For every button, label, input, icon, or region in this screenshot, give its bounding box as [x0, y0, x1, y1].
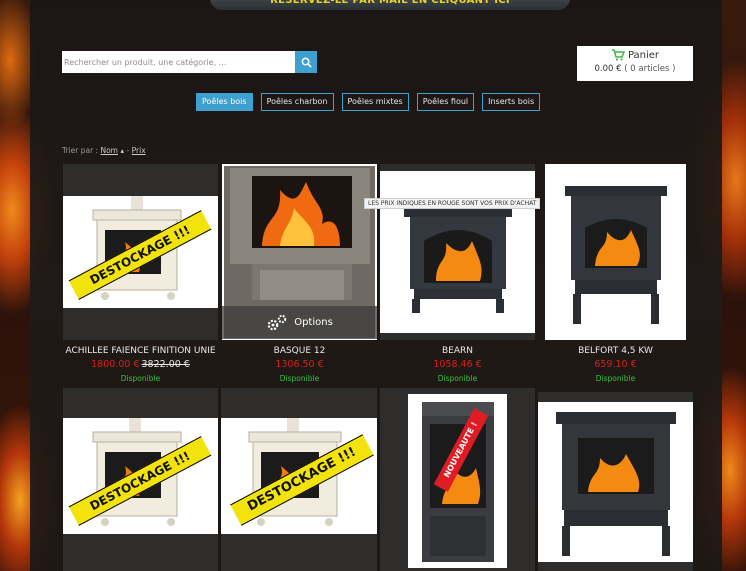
- product-card-achillee[interactable]: DESTOCKAGE !!!: [63, 164, 218, 340]
- category-poeles-bois[interactable]: Poêles bois: [196, 93, 253, 111]
- cart-summary: 0.00 € ( 0 articles ): [577, 64, 693, 74]
- stove-belfort-image: [545, 164, 686, 340]
- gears-icon: [267, 314, 287, 330]
- sort-bar: Trier par : Nom ▴ - Prix: [62, 146, 146, 155]
- product-name[interactable]: ACHILLEE FAIENCE FINITION UNIE: [58, 346, 223, 356]
- search-input[interactable]: [62, 51, 295, 73]
- availability-status: Disponible: [279, 374, 320, 383]
- product-price: 1058.46 €: [380, 359, 535, 370]
- old-price: 3822.00 €: [141, 359, 190, 370]
- stove-castiron-image: [538, 402, 693, 562]
- options-button[interactable]: Options: [222, 306, 377, 339]
- product-image[interactable]: DESTOCKAGE !!!: [63, 196, 218, 308]
- product-name[interactable]: BELFORT 4,5 KW: [540, 346, 691, 356]
- category-poeles-charbon[interactable]: Poêles charbon: [260, 93, 334, 111]
- price-info-tooltip: LES PRIX INDIQUES EN ROUGE SONT VOS PRIX…: [364, 198, 541, 209]
- category-nav: Poêles bois Poêles charbon Poêles mixtes…: [196, 93, 541, 111]
- category-inserts-bois[interactable]: Inserts bois: [482, 93, 541, 111]
- product-card-destockage-1[interactable]: DESTOCKAGE !!!: [63, 388, 218, 571]
- sort-label: Trier par :: [62, 146, 99, 155]
- product-name[interactable]: BEARN: [380, 346, 535, 356]
- stove-castiron-image: [380, 171, 535, 333]
- sort-by-price-link[interactable]: Prix: [132, 146, 146, 155]
- category-poeles-fioul[interactable]: Poêles fioul: [416, 93, 475, 111]
- product-image[interactable]: NOUVEAUTE !: [408, 394, 507, 568]
- current-price: 1800.00 €: [91, 359, 140, 370]
- reservation-banner[interactable]: RÉSERVEZ-LE PAR MAIL EN CLIQUANT ICI: [210, 0, 570, 10]
- product-card-castiron-2[interactable]: [538, 392, 693, 571]
- product-image[interactable]: [538, 402, 693, 562]
- product-image[interactable]: [545, 164, 686, 340]
- cart-title-row: Panier: [577, 49, 693, 61]
- product-price: 659.10 €: [540, 359, 691, 370]
- product-card-nouveaute[interactable]: NOUVEAUTE !: [380, 388, 535, 571]
- search-icon: [301, 57, 312, 68]
- product-card-bearn[interactable]: [380, 164, 535, 340]
- sort-by-name-link[interactable]: Nom: [100, 146, 118, 155]
- cart-total: 0.00 €: [594, 64, 622, 74]
- product-name[interactable]: BASQUE 12: [222, 346, 377, 356]
- cart-count: ( 0 articles ): [624, 64, 676, 74]
- search-bar: [62, 51, 317, 73]
- availability-status: Disponible: [595, 374, 636, 383]
- cart-icon: [611, 49, 625, 61]
- product-card-destockage-2[interactable]: DESTOCKAGE !!!: [221, 388, 377, 571]
- availability-status: Disponible: [437, 374, 478, 383]
- search-button[interactable]: [295, 51, 317, 73]
- sort-asc-icon: ▴: [118, 146, 127, 155]
- stove-modern-image: [408, 394, 507, 568]
- cart-widget[interactable]: Panier 0.00 € ( 0 articles ): [577, 46, 693, 81]
- product-image[interactable]: [380, 171, 535, 333]
- product-price: 1800.00 €3822.00 €: [58, 359, 223, 370]
- product-image[interactable]: DESTOCKAGE !!!: [221, 418, 377, 534]
- current-price: 1058.46 €: [433, 359, 482, 370]
- product-image[interactable]: DESTOCKAGE !!!: [63, 418, 218, 534]
- options-label: Options: [294, 317, 333, 328]
- category-poeles-mixtes[interactable]: Poêles mixtes: [341, 93, 409, 111]
- current-price: 659.10 €: [594, 359, 637, 370]
- product-card-belfort[interactable]: [545, 164, 686, 340]
- current-price: 1306.50 €: [275, 359, 324, 370]
- cart-title: Panier: [627, 49, 660, 61]
- product-price: 1306.50 €: [222, 359, 377, 370]
- availability-status: Disponible: [120, 374, 161, 383]
- sort-separator: -: [126, 146, 130, 155]
